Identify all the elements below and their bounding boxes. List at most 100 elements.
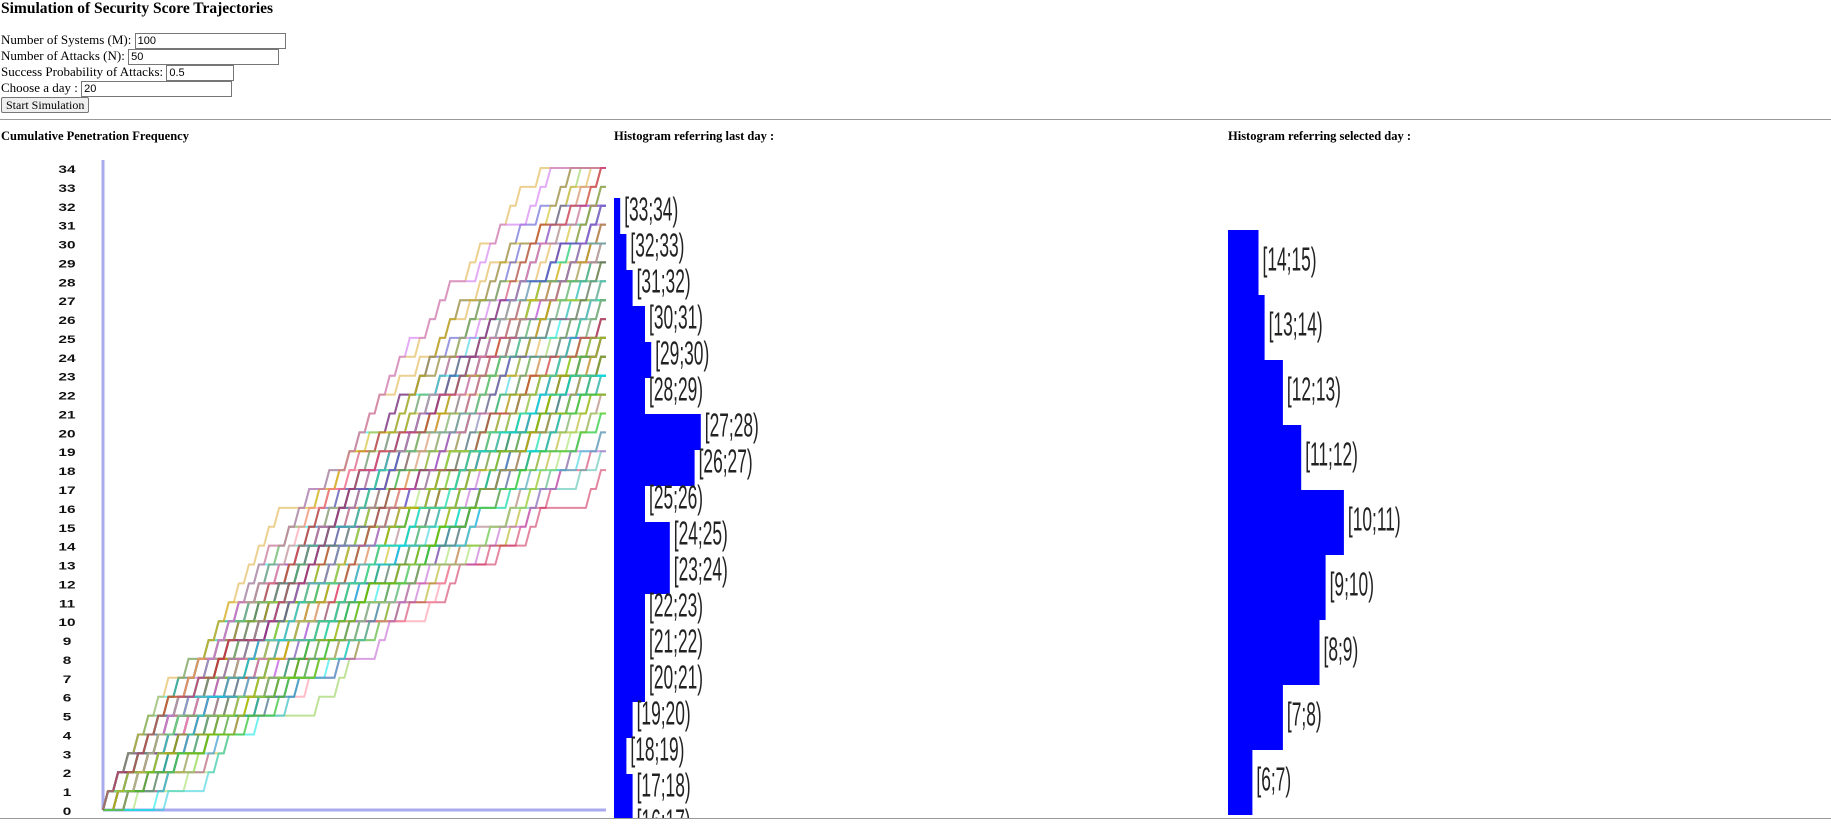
y-tick-label: 14 xyxy=(58,541,76,553)
histogram-bar-label: [10;11) xyxy=(1348,500,1401,538)
trajectory-line xyxy=(103,336,606,811)
trajectory-line xyxy=(102,261,606,811)
histogram-bar-label: [32;33) xyxy=(630,226,684,264)
bottom-divider xyxy=(0,818,1831,819)
y-tick-label: 33 xyxy=(58,182,75,194)
histogram-bar-label: [23;24) xyxy=(674,550,728,588)
y-tick-label: 0 xyxy=(63,805,72,817)
trajectory-line xyxy=(102,374,606,811)
y-tick-label: 1 xyxy=(63,786,72,798)
y-tick-label: 30 xyxy=(58,239,75,251)
start-simulation-button[interactable]: Start Simulation xyxy=(1,97,90,113)
histogram-bar xyxy=(614,774,633,810)
histogram-bar-label: [20;21) xyxy=(649,658,703,696)
probability-input[interactable] xyxy=(166,65,235,82)
y-tick-label: 5 xyxy=(63,711,72,723)
histogram-bar-label: [14;15) xyxy=(1263,240,1317,278)
trajectory-line xyxy=(103,336,606,811)
y-tick-label: 8 xyxy=(63,654,72,666)
histogram-bar xyxy=(1228,425,1302,490)
day-row: Choose a day : xyxy=(1,80,233,98)
histogram-bar xyxy=(614,486,645,522)
attacks-input[interactable] xyxy=(128,49,280,66)
trajectory-line xyxy=(102,261,606,811)
y-tick-label: 15 xyxy=(58,522,76,534)
histogram-bar xyxy=(1228,555,1326,620)
histogram-bar-label: [24;25) xyxy=(674,514,728,552)
trajectory-line xyxy=(103,223,606,811)
histogram-bar-label: [18;19) xyxy=(630,730,684,768)
histogram-bar-label: [16;17) xyxy=(637,802,691,818)
y-tick-label: 10 xyxy=(58,616,75,628)
trajectory-line xyxy=(103,336,606,811)
attacks-label: Number of Attacks (N): xyxy=(1,48,125,63)
y-tick-label: 9 xyxy=(63,635,72,647)
trajectory-line xyxy=(103,374,606,811)
histogram-bar-label: [21;22) xyxy=(649,622,703,660)
y-tick-label: 19 xyxy=(58,446,75,458)
histogram-bar xyxy=(1228,620,1320,685)
last-day-histogram: [33;34)[32;33)[31;32)[30;31)[29;30)[28;2… xyxy=(614,190,759,818)
histogram-bar-label: [27;28) xyxy=(705,406,759,444)
day-input[interactable] xyxy=(81,81,233,98)
y-tick-label: 21 xyxy=(58,408,76,420)
trajectory-line xyxy=(102,374,606,811)
histogram-bar xyxy=(614,270,633,306)
histogram-bar xyxy=(614,738,627,774)
trajectory-line xyxy=(103,261,606,811)
trajectory-line xyxy=(103,336,606,811)
trajectory-chart: 0123456789101112131415161718192021222324… xyxy=(58,160,606,817)
histogram-bar xyxy=(1228,295,1265,360)
histogram-bar-label: [30;31) xyxy=(649,298,703,336)
histogram-bar xyxy=(1228,230,1259,295)
trajectory-line xyxy=(103,336,606,811)
y-tick-label: 12 xyxy=(58,578,75,590)
trajectory-line xyxy=(103,223,606,811)
trajectory-line xyxy=(102,336,606,811)
histogram-bar-label: [17;18) xyxy=(637,766,691,804)
y-tick-label: 34 xyxy=(58,163,76,175)
histogram-bar xyxy=(614,342,652,378)
trajectory-line xyxy=(103,374,606,811)
trajectory-line xyxy=(102,261,606,811)
y-tick-label: 11 xyxy=(59,597,76,609)
histogram-bar xyxy=(614,594,645,630)
trajectories-title: Cumulative Penetration Frequency xyxy=(1,129,189,143)
page-title: Simulation of Security Score Trajectorie… xyxy=(1,0,274,17)
y-tick-label: 24 xyxy=(58,352,76,364)
histogram-bar-label: [11;12) xyxy=(1305,435,1358,473)
y-tick-label: 32 xyxy=(58,201,75,213)
selected-day-histogram: [14;15) [13;14) [12;13) [11;12) [10;11) [9;10… xyxy=(1228,230,1401,815)
trajectory-line xyxy=(103,374,606,811)
y-tick-label: 20 xyxy=(58,427,75,439)
y-tick-label: 17 xyxy=(58,484,75,496)
day-label: Choose a day : xyxy=(1,80,78,95)
systems-input[interactable] xyxy=(134,33,286,50)
probability-label: Success Probability of Attacks: xyxy=(1,64,164,79)
histogram-bar-label: [8;9) xyxy=(1324,630,1359,668)
histogram-bar xyxy=(1228,750,1253,815)
histogram-bar-label: [12;13) xyxy=(1287,370,1341,408)
histogram-bar-label: [22;23) xyxy=(649,586,703,624)
systems-label: Number of Systems (M): xyxy=(1,32,132,47)
y-tick-label: 2 xyxy=(63,767,72,779)
histogram-bar xyxy=(1228,360,1283,425)
systems-row: Number of Systems (M): xyxy=(1,32,286,50)
y-tick-label: 31 xyxy=(58,220,76,232)
histogram-bar xyxy=(614,378,645,414)
probability-row: Success Probability of Attacks: xyxy=(1,64,235,82)
histogram-bar-label: [29;30) xyxy=(655,334,709,372)
trajectory-line xyxy=(102,336,606,811)
y-tick-label: 13 xyxy=(58,560,75,572)
y-tick-label: 6 xyxy=(63,692,72,704)
y-tick-label: 26 xyxy=(58,314,75,326)
trajectory-line xyxy=(103,336,606,811)
histogram-bar-label: [6;7) xyxy=(1256,760,1291,798)
histogram-bar-label: [19;20) xyxy=(637,694,691,732)
trajectory-line xyxy=(102,261,606,811)
y-tick-label: 23 xyxy=(58,371,75,383)
histogram-bar xyxy=(1228,490,1344,555)
histogram-bar-label: [33;34) xyxy=(624,190,678,228)
histogram-bar-label: [28;29) xyxy=(649,370,703,408)
trajectory-line xyxy=(102,261,606,811)
